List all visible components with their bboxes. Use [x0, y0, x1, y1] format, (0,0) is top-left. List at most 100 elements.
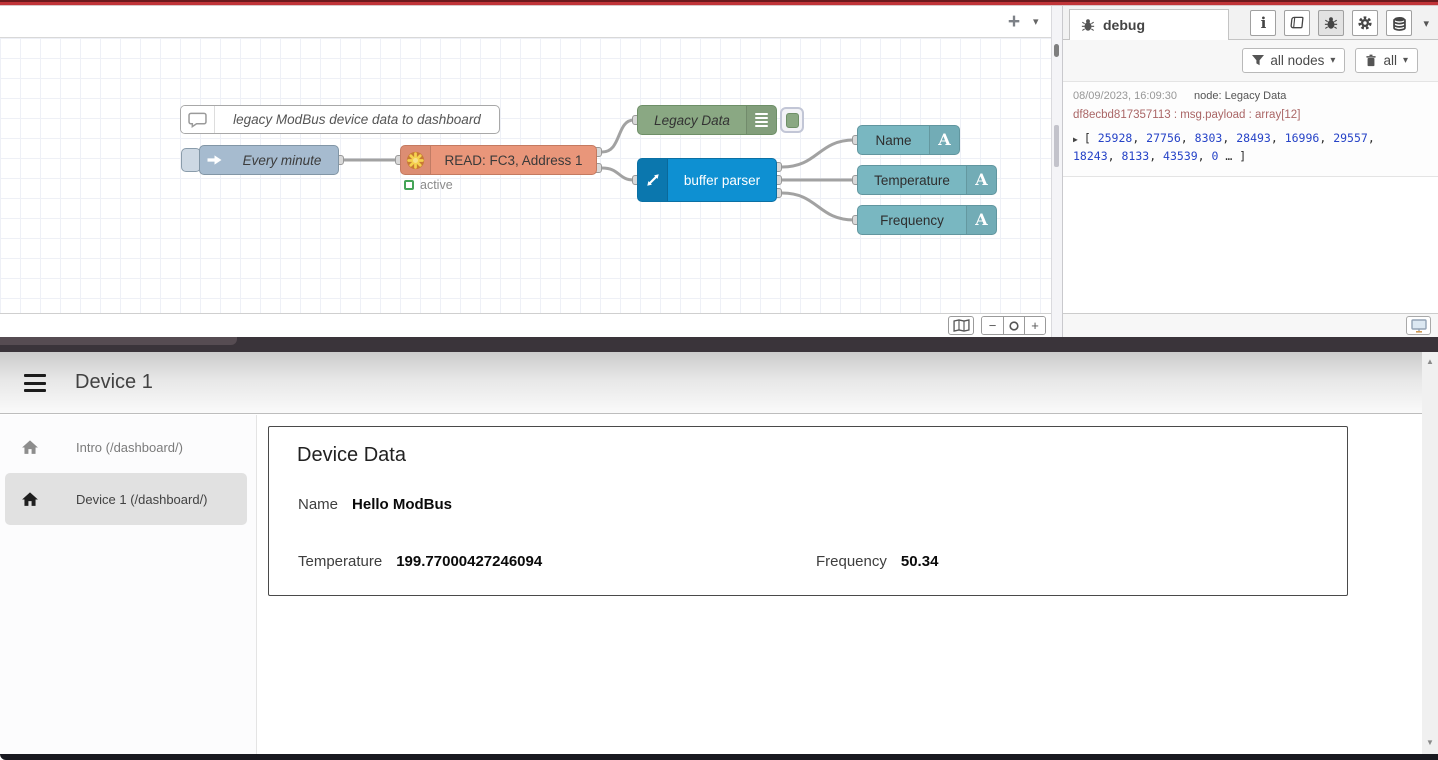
debug-message-meta: 08/09/2023, 16:09:30 node: Legacy Data — [1073, 90, 1428, 102]
canvas-scrollbar-thumb[interactable] — [1054, 125, 1059, 167]
field-temperature: Temperature199.77000427246094 — [298, 553, 542, 570]
editor-footer: − + — [0, 313, 1051, 337]
open-in-window-button[interactable] — [1406, 316, 1431, 335]
nav-item-device-1[interactable]: Device 1 (/dashboard/) — [5, 473, 247, 525]
nav-item-label: Intro (/dashboard/) — [76, 440, 183, 455]
resize-diagonal-icon — [638, 159, 668, 201]
buffer-parser-label: buffer parser — [668, 173, 776, 188]
config-tab-button[interactable] — [1352, 10, 1378, 36]
scroll-up-icon[interactable]: ▲ — [1422, 357, 1438, 366]
caret-down-icon: ▾ — [1330, 55, 1335, 66]
editor-left-pane: + ▾ — [0, 6, 1051, 337]
filter-nodes-button[interactable]: all nodes ▾ — [1242, 48, 1345, 73]
dashboard-header: Device 1 — [0, 352, 1422, 414]
inject-node-label: Every minute — [226, 153, 338, 168]
debug-message-list: 08/09/2023, 16:09:30 node: Legacy Data d… — [1063, 81, 1438, 177]
ui-node-label: Frequency — [858, 213, 966, 228]
ui-node-label: Temperature — [858, 173, 966, 188]
scroll-down-icon[interactable]: ▼ — [1422, 738, 1438, 747]
field-name: Name Hello ModBus — [298, 496, 452, 513]
window-bottom-edge — [0, 754, 1438, 760]
field-label: Frequency — [816, 553, 887, 570]
field-value: 50.34 — [901, 553, 939, 570]
comment-bubble-icon — [181, 106, 215, 133]
zoom-reset-circle-icon — [1009, 321, 1019, 331]
monitor-icon — [1411, 319, 1427, 333]
inject-node[interactable]: Every minute — [199, 145, 339, 175]
device-data-card: Device Data Name Hello ModBus Temperature… — [268, 426, 1348, 596]
debug-payload: ▶[ 25928, 27756, 8303, 28493, 16996, 295… — [1073, 129, 1405, 166]
card-title: Device Data — [297, 444, 406, 467]
clear-messages-button[interactable]: all ▾ — [1355, 48, 1418, 73]
field-frequency: Frequency 50.34 — [816, 553, 938, 570]
filter-nodes-label: all nodes — [1270, 53, 1324, 68]
zoom-in-button[interactable]: + — [1024, 317, 1045, 334]
dashboard-main: Device Data Name Hello ModBus Temperature… — [258, 415, 1422, 754]
debug-tab-button[interactable] — [1318, 10, 1344, 36]
help-tab-button[interactable] — [1284, 10, 1310, 36]
flow-canvas[interactable]: legacy ModBus device data to dashboard E… — [0, 38, 1051, 313]
debug-enable-toggle[interactable] — [780, 107, 804, 133]
debug-node-label: Legacy Data — [638, 113, 746, 128]
field-label: Name — [298, 496, 338, 513]
debug-timestamp: 08/09/2023, 16:09:30 — [1073, 90, 1177, 102]
sidebar-icon-buttons: i — [1250, 10, 1429, 36]
modbus-icon — [401, 146, 431, 174]
debug-sidebar: debug i — [1063, 6, 1438, 337]
zoom-out-button[interactable]: − — [982, 317, 1003, 334]
status-square-icon — [404, 180, 414, 190]
caret-down-icon: ▾ — [1403, 55, 1408, 66]
clear-messages-label: all — [1383, 53, 1397, 68]
flow-tabbar: + ▾ — [0, 6, 1051, 38]
ui-text-node-name[interactable]: Name A — [857, 125, 960, 155]
field-value: Hello ModBus — [352, 496, 452, 513]
ui-text-node-frequency[interactable]: Frequency A — [857, 205, 997, 235]
sidebar-separator[interactable] — [1051, 6, 1063, 337]
modbus-read-node[interactable]: READ: FC3, Address 1 — [400, 145, 597, 175]
separator-grip[interactable] — [1054, 44, 1059, 57]
zoom-controls: − + — [981, 316, 1046, 335]
home-icon — [20, 490, 40, 509]
page-scrollbar[interactable]: ▲ ▼ — [1422, 352, 1438, 754]
modbus-status: active — [404, 178, 453, 192]
buffer-parser-node[interactable]: buffer parser — [637, 158, 777, 202]
bug-icon — [1081, 18, 1095, 32]
debug-source-node: node: Legacy Data — [1194, 90, 1286, 102]
debug-node-legacy-data[interactable]: Legacy Data — [637, 105, 777, 135]
debug-payload-array: [ 25928, 27756, 8303, 28493, 16996, 2955… — [1073, 131, 1375, 163]
nav-item-label: Device 1 (/dashboard/) — [76, 492, 208, 507]
status-text: active — [420, 178, 453, 192]
database-icon — [1392, 16, 1407, 31]
comment-node-label: legacy ModBus device data to dashboard — [215, 112, 499, 127]
expand-caret-icon[interactable]: ▶ — [1073, 135, 1078, 144]
inject-arrow-icon — [206, 152, 223, 168]
sidebar-menu-caret-icon[interactable]: ▾ — [1423, 17, 1429, 30]
navigator-map-button[interactable] — [948, 316, 974, 335]
text-a-icon: A — [966, 166, 996, 194]
dashboard-body: Intro (/dashboard/) Device 1 (/dashboard… — [0, 415, 1422, 754]
dashboard-window: Device 1 Intro (/dashboard/) Device 1 (/… — [0, 352, 1438, 754]
field-value: 199.77000427246094 — [396, 553, 542, 570]
flow-list-caret-icon[interactable]: ▾ — [1033, 15, 1039, 28]
debug-message[interactable]: 08/09/2023, 16:09:30 node: Legacy Data d… — [1063, 81, 1438, 177]
inject-trigger-button[interactable] — [181, 148, 201, 172]
text-a-icon: A — [966, 206, 996, 234]
comment-node[interactable]: legacy ModBus device data to dashboard — [180, 105, 500, 134]
trash-icon — [1365, 54, 1377, 67]
info-tab-button[interactable]: i — [1250, 10, 1276, 36]
sidebar-tabrow: debug i — [1063, 6, 1438, 40]
add-flow-button[interactable]: + — [1001, 10, 1027, 34]
ui-text-node-temperature[interactable]: Temperature A — [857, 165, 997, 195]
hamburger-menu-icon[interactable] — [24, 374, 46, 392]
debug-sidebar-lines-icon — [746, 106, 776, 134]
tab-debug-label: debug — [1103, 17, 1145, 33]
node-red-editor: + ▾ — [0, 6, 1438, 337]
context-data-tab-button[interactable] — [1386, 10, 1412, 36]
screen: + ▾ — [0, 0, 1438, 760]
ui-node-label: Name — [858, 133, 929, 148]
map-icon — [953, 319, 970, 332]
tab-debug[interactable]: debug — [1069, 9, 1229, 40]
zoom-reset-button[interactable] — [1003, 317, 1024, 334]
home-icon — [20, 438, 40, 457]
nav-item-intro[interactable]: Intro (/dashboard/) — [5, 421, 247, 473]
